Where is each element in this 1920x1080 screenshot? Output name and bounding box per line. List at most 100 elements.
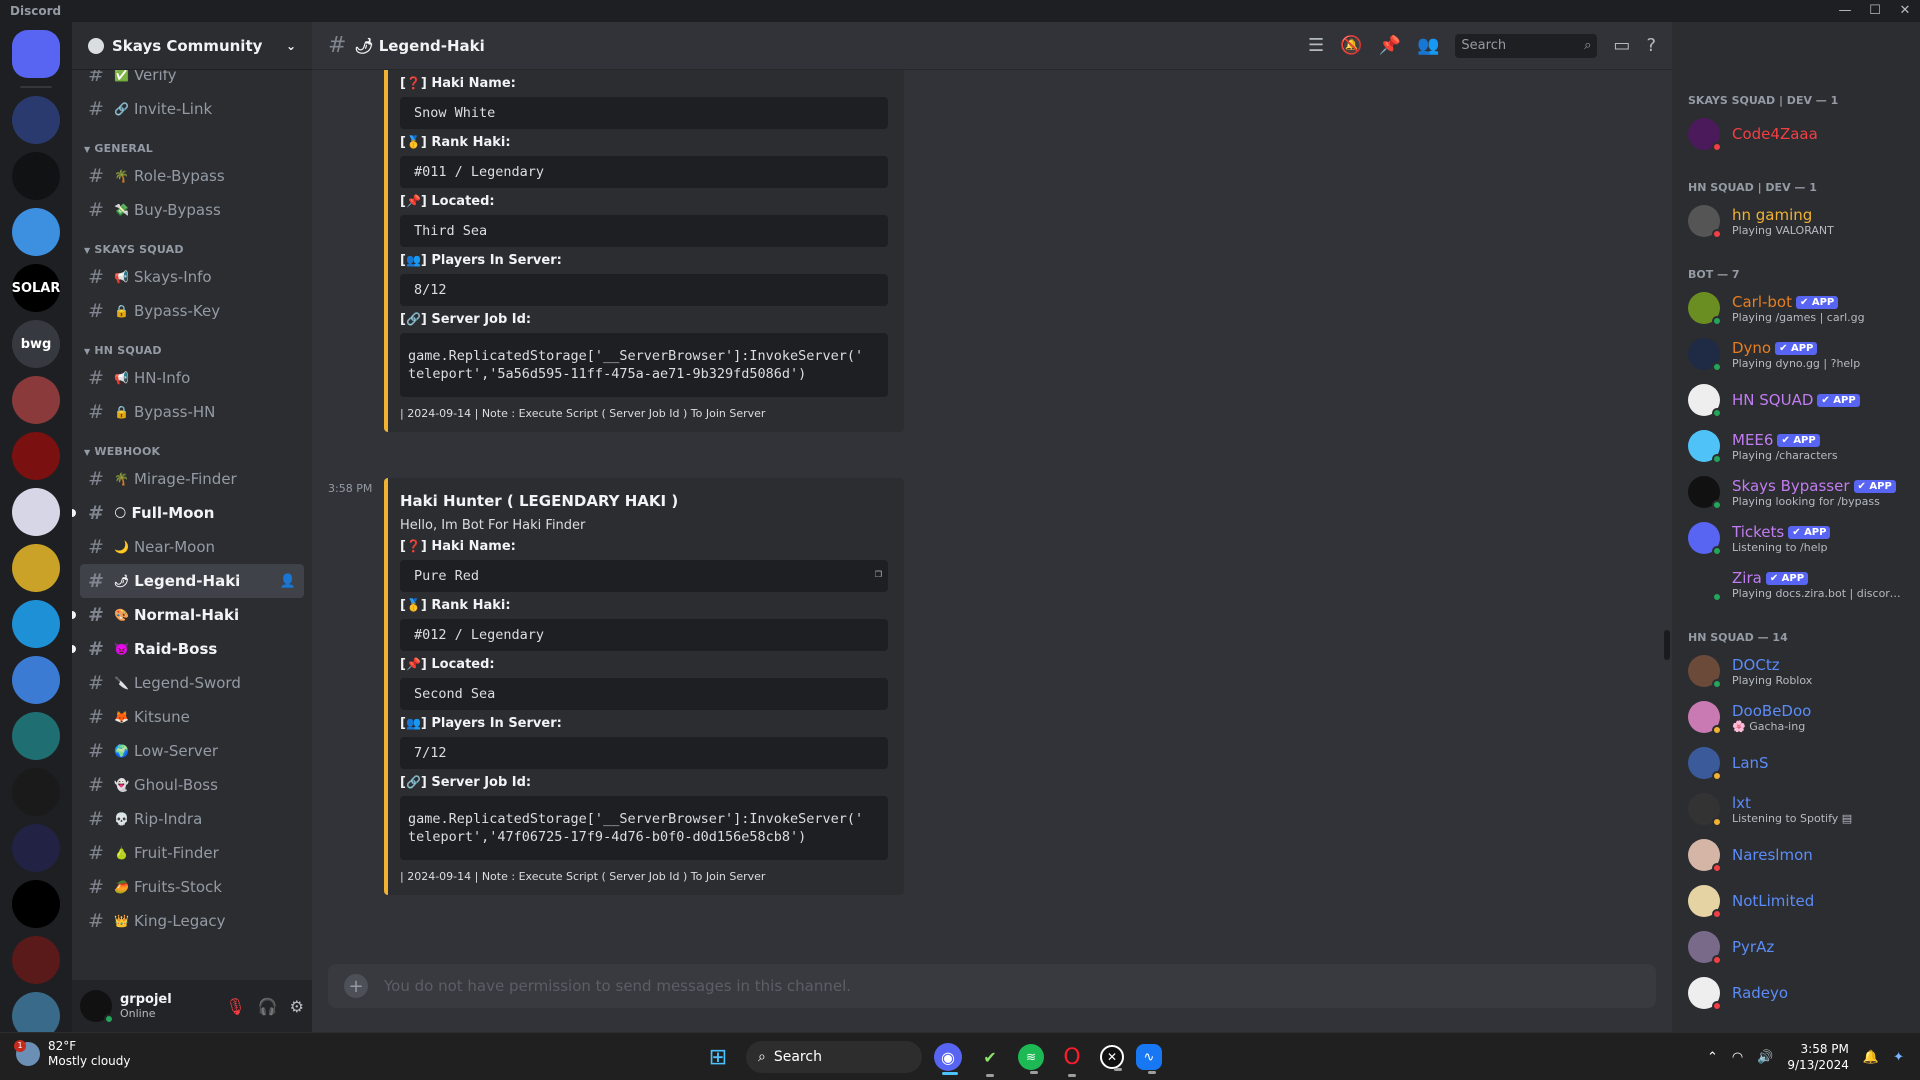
channel-full-moon[interactable]: # 🌕 Full-Moon: [72, 496, 304, 530]
server-icon-solar[interactable]: SOLAR: [12, 264, 60, 312]
member-pyraz[interactable]: PyrAz: [1680, 924, 1912, 970]
speaker-icon[interactable]: 🔊: [1757, 1050, 1773, 1065]
channel-legend-sword[interactable]: # 🔪 Legend-Sword: [80, 666, 304, 700]
server-icon-solara[interactable]: [12, 824, 60, 872]
haki-name-value[interactable]: Snow White: [400, 97, 888, 129]
channel-bypass-key[interactable]: # 🔒 Bypass-Key: [80, 294, 304, 328]
job-id-code-block[interactable]: game.ReplicatedStorage['__ServerBrowser'…: [400, 796, 888, 860]
rank-value[interactable]: #011 / Legendary: [400, 156, 888, 188]
close-button[interactable]: ✕: [1890, 0, 1920, 22]
server-icon-discord-home[interactable]: [12, 30, 60, 78]
channel-fruits-stock[interactable]: # 🥭 Fruits-Stock: [80, 870, 304, 904]
channel-buy-bypass[interactable]: # 💸 Buy-Bypass: [80, 193, 304, 227]
weather-widget[interactable]: 1 82°F Mostly cloudy: [14, 1039, 131, 1069]
notification-bell-icon[interactable]: 🔔: [1863, 1050, 1879, 1065]
member-doobedoo[interactable]: DooBeDoo 🌸 Gacha-ing: [1680, 694, 1912, 740]
taskbar-search[interactable]: ⌕ Search: [746, 1041, 922, 1073]
user-names[interactable]: grpojel Online: [120, 992, 172, 1020]
server-icon-bwg[interactable]: bwg: [12, 320, 60, 368]
channel-raid-boss[interactable]: # 👿 Raid-Boss: [72, 632, 304, 666]
category-skays-squad[interactable]: ▼ SKAYS SQUAD: [80, 243, 304, 256]
channel-role-bypass[interactable]: # 🌴 Role-Bypass: [80, 159, 304, 193]
category-webhook[interactable]: ▼ WEBHOOK: [80, 445, 304, 458]
wifi-icon[interactable]: ◠: [1732, 1050, 1743, 1065]
server-icon-moon[interactable]: [12, 768, 60, 816]
scrollbar[interactable]: [1664, 630, 1670, 660]
players-value[interactable]: 7/12: [400, 737, 888, 769]
member-notlimited[interactable]: NotLimited: [1680, 878, 1912, 924]
member-skays-bypasser[interactable]: Skays Bypasser ✔ APP Playing looking for /…: [1680, 469, 1912, 515]
opera-icon[interactable]: O: [1056, 1041, 1088, 1077]
member-tickets[interactable]: Tickets ✔ APP Listening to /help: [1680, 515, 1912, 561]
channel-legend-haki[interactable]: # 🌶 Legend-Haki 👤: [80, 564, 304, 598]
spotify-icon[interactable]: ≋: [1018, 1044, 1044, 1074]
server-icon-eternal[interactable]: [12, 432, 60, 480]
messenger-icon[interactable]: ∿: [1136, 1044, 1162, 1074]
clock[interactable]: 3:58 PM 9/13/2024: [1787, 1041, 1849, 1073]
discord-app-icon[interactable]: ◉: [934, 1043, 962, 1075]
channel-king-legacy[interactable]: # 👑 King-Legacy: [80, 904, 304, 938]
channel-invite-link[interactable]: # 🔗 Invite-Link: [80, 92, 304, 126]
member-nareslmon[interactable]: Nareslmon: [1680, 832, 1912, 878]
channel-skays-info[interactable]: # 📢 Skays-Info: [80, 260, 304, 294]
member-hn-gaming[interactable]: hn gaming Playing VALORANT: [1680, 198, 1912, 244]
member-mee6[interactable]: MEE6 ✔ APP Playing /characters: [1680, 423, 1912, 469]
notification-bell-icon[interactable]: 🔕: [1340, 35, 1362, 56]
channel-verify[interactable]: # ✅ Verify: [80, 70, 304, 92]
xbox-icon[interactable]: ✕: [1100, 1045, 1124, 1071]
channel-hn-info[interactable]: # 📢 HN-Info: [80, 361, 304, 395]
search-input[interactable]: Search ⌕: [1455, 33, 1598, 58]
players-value[interactable]: 8/12: [400, 274, 888, 306]
server-icon-cat[interactable]: [12, 544, 60, 592]
channel-fruit-finder[interactable]: # 🍐 Fruit-Finder: [80, 836, 304, 870]
copilot-icon[interactable]: ✦: [1893, 1050, 1904, 1065]
chevron-up-icon[interactable]: ⌃: [1707, 1050, 1718, 1065]
channel-kitsune[interactable]: # 🦊 Kitsune: [80, 700, 304, 734]
channel-ghoul-boss[interactable]: # 👻 Ghoul-Boss: [80, 768, 304, 802]
server-icon-kuromi[interactable]: [12, 488, 60, 536]
server-icon-drop[interactable]: [12, 600, 60, 648]
channel-low-server[interactable]: # 🌍 Low-Server: [80, 734, 304, 768]
channel-normal-haki[interactable]: # 🎨 Normal-Haki: [72, 598, 304, 632]
server-icon-skays[interactable]: [12, 96, 60, 144]
server-icon-red-swirl[interactable]: [12, 936, 60, 984]
member-lans[interactable]: LanS: [1680, 740, 1912, 786]
member-list-icon[interactable]: 👥: [1417, 35, 1439, 56]
located-value[interactable]: Second Sea: [400, 678, 888, 710]
located-value[interactable]: Third Sea: [400, 215, 888, 247]
threads-icon[interactable]: ☰: [1308, 35, 1324, 56]
server-icon-anime2[interactable]: [12, 656, 60, 704]
help-icon[interactable]: ?: [1646, 35, 1656, 56]
member-carl-bot[interactable]: Carl-bot ✔ APP Playing /games | carl.gg: [1680, 285, 1912, 331]
category-hn-squad[interactable]: ▼ HN SQUAD: [80, 344, 304, 357]
pin-icon[interactable]: 📌: [1379, 35, 1401, 56]
server-icon-teal[interactable]: [12, 712, 60, 760]
member-lxt[interactable]: lxt Listening to Spotify ▤: [1680, 786, 1912, 832]
minimize-button[interactable]: —: [1830, 0, 1860, 22]
server-icon-ps[interactable]: [12, 152, 60, 200]
server-icon-blue[interactable]: [12, 208, 60, 256]
server-icon-anime1[interactable]: [12, 376, 60, 424]
channel-bypass-hn[interactable]: # 🔒 Bypass-HN: [80, 395, 304, 429]
add-member-icon[interactable]: 👤: [280, 574, 296, 589]
haki-name-value[interactable]: Pure Red ❐: [400, 560, 888, 592]
headphones-icon[interactable]: 🎧: [258, 997, 278, 1016]
member-doctz[interactable]: DOCtz Playing Roblox: [1680, 648, 1912, 694]
member-hn-squad[interactable]: HN SQUAD ✔ APP: [1680, 377, 1912, 423]
channel-mirage-finder[interactable]: # 🌴 Mirage-Finder: [80, 462, 304, 496]
maximize-button[interactable]: ☐: [1860, 0, 1890, 22]
member-zira[interactable]: Zira ✔ APP Playing docs.zira.bot | discord…: [1680, 561, 1912, 607]
category-general[interactable]: ▼ GENERAL: [80, 142, 304, 155]
server-icon-swirl[interactable]: [12, 880, 60, 928]
message-composer[interactable]: + You do not have permission to send mes…: [328, 964, 1656, 1008]
member-code4zaaa[interactable]: Code4Zaaa: [1680, 111, 1912, 157]
copy-icon[interactable]: ❐: [875, 566, 882, 580]
mic-muted-icon[interactable]: 🎙: [225, 997, 245, 1016]
gear-icon[interactable]: ⚙: [290, 997, 304, 1016]
server-header[interactable]: Skays Community ⌄: [72, 22, 312, 70]
channel-near-moon[interactable]: # 🌙 Near-Moon: [80, 530, 304, 564]
member-radeyo[interactable]: Radeyo: [1680, 970, 1912, 1016]
inbox-icon[interactable]: ▭: [1613, 35, 1630, 56]
channel-rip-indra[interactable]: # 💀 Rip-Indra: [80, 802, 304, 836]
vpn-app-icon[interactable]: ✔: [974, 1041, 1006, 1077]
